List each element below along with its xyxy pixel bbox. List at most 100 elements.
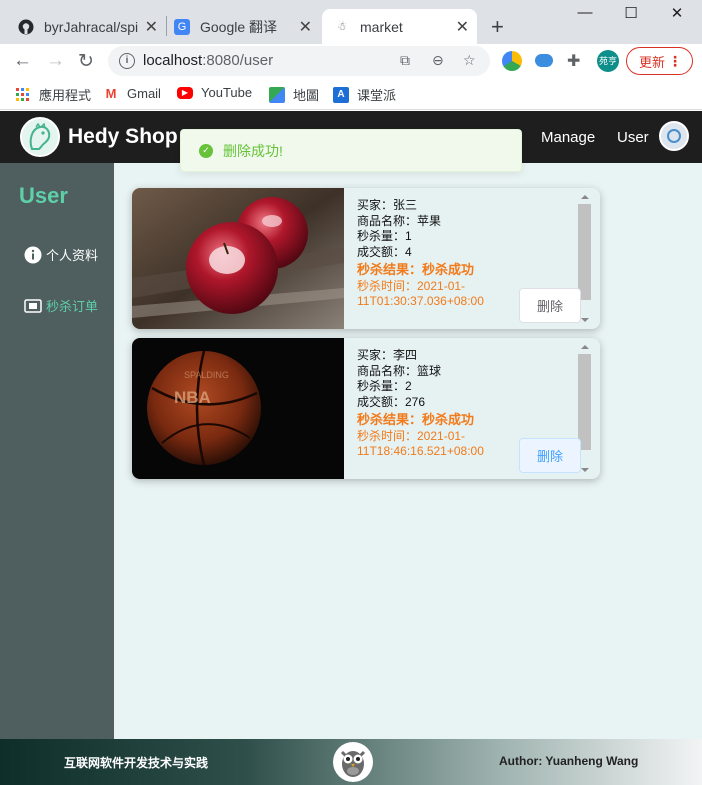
order-card: NBA SPALDING 买家：李四 商品名称：篮球 秒杀量：2 成交额：276…	[132, 338, 600, 479]
forward-icon[interactable]: →	[46, 50, 65, 72]
sidebar-item-orders[interactable]: 秒杀订单	[24, 296, 98, 315]
browser-window: byrJahracal/spik ✕ G Google 翻译 ✕ ☃ marke…	[0, 0, 702, 785]
scroll-up-icon[interactable]	[581, 195, 589, 199]
sidebar: User 个人资料 秒杀订单	[0, 163, 114, 739]
tab-github[interactable]: byrJahracal/spik ✕	[18, 9, 166, 44]
time-text-line2: 11T01:30:37.036+08:00	[357, 293, 484, 308]
translate-icon[interactable]: ⧉	[400, 52, 410, 69]
google-translate-icon: G	[174, 18, 190, 35]
amount-text: 成交额：276	[357, 394, 426, 409]
time-text-line1: 秒杀时间：2021-01-	[357, 428, 466, 443]
sidebar-item-label: 秒杀订单	[46, 299, 99, 314]
tab-title: Google 翻译	[200, 18, 278, 35]
bookmark-ketangpai[interactable]: A 课堂派	[333, 85, 396, 104]
extensions-puzzle-icon[interactable]: ✚	[567, 51, 580, 71]
market-favicon-icon: ☃	[337, 21, 347, 33]
update-label: 更新	[639, 54, 666, 70]
reload-icon[interactable]: ↻	[78, 50, 94, 73]
bookmark-label: 课堂派	[357, 88, 397, 103]
tab-market[interactable]: ☃ market ✕	[322, 9, 477, 44]
apple-product-image	[132, 188, 344, 329]
svg-text:NBA: NBA	[174, 388, 211, 407]
menu-dots-icon: ⋮	[668, 52, 682, 69]
bookmark-label: 應用程式	[39, 88, 92, 103]
order-info: 买家：张三 商品名称：苹果 秒杀量：1 成交额：4 秒杀结果：秒杀成功 秒杀时间…	[357, 198, 484, 308]
user-avatar[interactable]	[659, 121, 689, 151]
scroll-thumb[interactable]	[578, 204, 591, 300]
order-card: 买家：张三 商品名称：苹果 秒杀量：1 成交额：4 秒杀结果：秒杀成功 秒杀时间…	[132, 188, 600, 329]
time-text-line1: 秒杀时间：2021-01-	[357, 278, 466, 293]
scroll-thumb[interactable]	[578, 354, 591, 450]
browser-toolbar: ← → ↻ i localhost:8080/user ⧉ ⊖ ☆ ✚ 苑亨 更…	[0, 44, 702, 78]
bookmarks-bar: 應用程式 M Gmail ▶ YouTube 地圖 A 课堂派	[0, 78, 702, 110]
bookmark-label: Gmail	[127, 85, 161, 101]
maximize-icon[interactable]: ☐	[608, 4, 654, 22]
youtube-icon: ▶	[177, 86, 193, 99]
nav-user[interactable]: User	[617, 129, 649, 146]
result-text: 秒杀结果：秒杀成功	[357, 262, 475, 277]
update-button[interactable]: 更新 ⋮	[626, 47, 693, 75]
bookmark-youtube[interactable]: ▶ YouTube	[177, 85, 252, 100]
web-page: Hedy Shop Manage User User 个人资料 秒杀订单 买家：…	[0, 111, 702, 785]
scroll-down-icon[interactable]	[581, 318, 589, 322]
bookmark-gmail[interactable]: M Gmail	[103, 85, 161, 101]
order-icon	[24, 297, 42, 315]
bookmark-label: YouTube	[201, 85, 253, 100]
extension-icon[interactable]	[502, 51, 522, 71]
delete-button[interactable]: 删除	[519, 438, 581, 473]
quantity-text: 秒杀量：2	[357, 379, 412, 393]
cloud-extension-icon[interactable]	[535, 54, 553, 67]
site-footer: 互联网软件开发技术与实践 Author: Yuanheng Wang	[0, 739, 702, 785]
bookmark-star-icon[interactable]: ☆	[463, 52, 476, 69]
success-check-icon: ✓	[199, 143, 213, 158]
ketangpai-icon: A	[333, 86, 349, 103]
address-bar[interactable]: i localhost:8080/user ⧉ ⊖ ☆	[108, 46, 490, 76]
result-text: 秒杀结果：秒杀成功	[357, 412, 475, 427]
shop-logo-icon[interactable]	[20, 117, 60, 157]
tab-google-translate[interactable]: G Google 翻译 ✕	[174, 9, 320, 44]
delete-button[interactable]: 删除	[519, 288, 581, 323]
basketball-product-image: NBA SPALDING	[132, 338, 344, 479]
bookmark-maps[interactable]: 地圖	[269, 85, 319, 104]
buyer-text: 买家：李四	[357, 348, 418, 362]
info-icon	[24, 246, 42, 264]
footer-course-title: 互联网软件开发技术与实践	[64, 756, 209, 770]
sidebar-item-profile[interactable]: 个人资料	[24, 245, 98, 264]
product-text: 商品名称：苹果	[357, 213, 442, 228]
close-icon[interactable]: ✕	[299, 17, 312, 37]
buyer-text: 买家：张三	[357, 198, 418, 212]
new-tab-icon[interactable]: +	[491, 14, 504, 40]
toast-message: 删除成功!	[223, 142, 283, 159]
tab-strip: byrJahracal/spik ✕ G Google 翻译 ✕ ☃ marke…	[0, 0, 702, 44]
scroll-down-icon[interactable]	[581, 468, 589, 472]
tab-title: market	[360, 18, 403, 35]
address-url: localhost:8080/user	[143, 52, 274, 69]
github-icon	[18, 19, 34, 35]
back-icon[interactable]: ←	[13, 50, 32, 72]
avatar-ring-icon	[667, 129, 681, 143]
svg-text:SPALDING: SPALDING	[184, 370, 229, 380]
brand-title[interactable]: Hedy Shop	[68, 125, 178, 149]
window-close-icon[interactable]: ✕	[654, 4, 700, 22]
tab-divider	[166, 16, 167, 36]
bookmark-label: 地圖	[293, 88, 320, 103]
gmail-icon: M	[105, 85, 117, 101]
scroll-up-icon[interactable]	[581, 345, 589, 349]
owl-logo-icon	[333, 742, 373, 782]
close-icon[interactable]: ✕	[145, 17, 158, 37]
site-info-icon[interactable]: i	[119, 53, 135, 69]
zoom-icon[interactable]: ⊖	[432, 52, 444, 69]
order-info: 买家：李四 商品名称：篮球 秒杀量：2 成交额：276 秒杀结果：秒杀成功 秒杀…	[357, 348, 484, 458]
sidebar-title: User	[19, 183, 68, 208]
product-text: 商品名称：篮球	[357, 363, 442, 378]
nav-manage[interactable]: Manage	[541, 129, 595, 146]
minimize-icon[interactable]: —	[562, 4, 608, 21]
profile-avatar[interactable]: 苑亨	[597, 50, 619, 72]
bookmark-apps[interactable]: 應用程式	[15, 85, 91, 104]
sidebar-item-label: 个人资料	[46, 248, 99, 263]
quantity-text: 秒杀量：1	[357, 229, 412, 243]
time-text-line2: 11T18:46:16.521+08:00	[357, 443, 484, 458]
footer-author: Author: Yuanheng Wang	[499, 754, 639, 768]
close-icon[interactable]: ✕	[456, 17, 469, 37]
amount-text: 成交额：4	[357, 244, 412, 259]
